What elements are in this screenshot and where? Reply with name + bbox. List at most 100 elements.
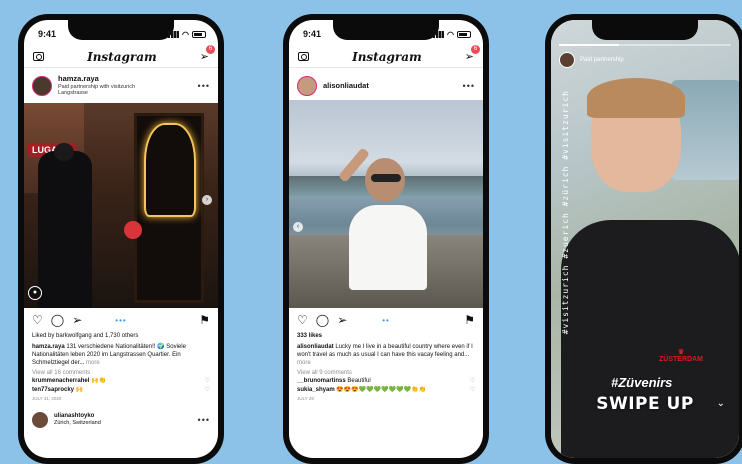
person	[38, 151, 92, 308]
caption-more[interactable]: more	[297, 360, 311, 366]
next-post-header: ulianashtoyko Zürich, Switzerland •••	[32, 411, 210, 428]
comment-text: 🙌	[75, 386, 84, 393]
comment-user[interactable]: ten77saprocky	[32, 387, 74, 393]
shirt-brand: ♛ ZÜSTERDAM	[659, 349, 703, 363]
chevron-down-icon[interactable]: ⌄	[717, 398, 725, 409]
post-date: JULY 31, 2020	[32, 395, 62, 401]
comment-user[interactable]: sukia_shyam	[297, 387, 335, 393]
sunglasses	[371, 174, 401, 182]
like-icon[interactable]: ♡	[32, 313, 43, 327]
shirt-brand-text: ZÜSTERDAM	[659, 356, 703, 363]
instagram-header: Instagram ➢ 6	[24, 45, 218, 68]
bookmark-icon[interactable]: ⚑	[199, 313, 210, 327]
person-shirt	[561, 220, 739, 458]
post-username[interactable]: alisonliaudat	[323, 81, 463, 91]
post-photo[interactable]: ‹	[289, 100, 483, 308]
camera-icon[interactable]	[33, 52, 44, 61]
post-location[interactable]: Langstrasse	[58, 90, 198, 96]
story-view[interactable]: Paid partnership #visitzurich #zuerich #…	[551, 20, 739, 458]
comment-like-icon[interactable]: ♡	[205, 377, 210, 385]
dm-badge: 6	[205, 45, 215, 54]
neon-figure	[144, 123, 196, 217]
post-actions: ♡ ◯ ➢ ••• ⚑	[24, 310, 218, 330]
like-icon[interactable]: ♡	[297, 313, 308, 327]
notch	[592, 20, 698, 40]
wifi-icon: ◠	[182, 29, 189, 39]
carousel-dots: •••	[115, 315, 127, 325]
bookmark-icon[interactable]: ⚑	[464, 313, 475, 327]
instagram-header: Instagram ➢ 6	[289, 45, 483, 68]
more-options-icon[interactable]: •••	[463, 81, 475, 91]
comment-text: 🙌👏	[91, 378, 106, 385]
post-actions: ♡ ◯ ➢ •• ⚑	[289, 310, 483, 330]
person-head	[54, 143, 74, 161]
liked-by[interactable]: Liked by barkwolfgang and 1,730 others	[32, 332, 210, 340]
status-time: 9:41	[38, 29, 57, 39]
phone-3: Paid partnership #visitzurich #zuerich #…	[545, 14, 742, 464]
comment-like-icon[interactable]: ♡	[205, 386, 210, 394]
share-icon[interactable]: ➢	[72, 313, 82, 327]
wifi-icon: ◠	[447, 29, 454, 39]
post-caption: 333 likes alisonliaudat Lucky me I live …	[297, 332, 475, 402]
app-title: Instagram	[87, 49, 157, 64]
status-time: 9:41	[303, 29, 322, 39]
app-title: Instagram	[352, 49, 422, 64]
comment-text: Beautiful	[347, 378, 371, 385]
comment-like-icon[interactable]: ♡	[470, 377, 475, 385]
view-comments[interactable]: View all 16 comments	[32, 369, 210, 377]
signal-icon	[168, 30, 180, 38]
tag-icon[interactable]: ●	[28, 286, 42, 300]
comment-user[interactable]: __brunomartinss	[297, 378, 346, 384]
post-caption: Liked by barkwolfgang and 1,730 others h…	[32, 332, 210, 428]
phone-1-screen: 9:41 ◠ Instagram ➢ 6 hamza.raya Paid part…	[24, 20, 218, 458]
prev-arrow-icon[interactable]: ‹	[293, 222, 303, 232]
caption-user[interactable]: hamza.raya	[32, 344, 65, 350]
comment-user[interactable]: krummenacherrahel	[32, 378, 89, 384]
phone-3-screen: Paid partnership #visitzurich #zuerich #…	[551, 20, 739, 458]
battery-icon	[192, 30, 206, 38]
phone-1: 9:41 ◠ Instagram ➢ 6 hamza.raya Paid part…	[18, 14, 224, 464]
neon-light	[124, 221, 142, 239]
story-partnership[interactable]: Paid partnership	[580, 57, 624, 64]
camera-icon[interactable]	[298, 52, 309, 61]
caption-more[interactable]: more	[86, 360, 100, 366]
status-bar: 9:41 ◠	[38, 29, 206, 39]
battery-icon	[457, 30, 471, 38]
story-header: Paid partnership	[559, 52, 731, 68]
avatar[interactable]	[297, 76, 317, 96]
next-post-location[interactable]: Zürich, Switzerland	[54, 420, 101, 427]
person-shirt	[349, 205, 427, 290]
comment-icon[interactable]: ◯	[51, 313, 64, 327]
share-icon[interactable]: ➢	[337, 313, 347, 327]
post-date: JULY 29	[297, 395, 314, 401]
carousel-dots: ••	[382, 315, 390, 325]
comment-text: 😍😍😍💚💚💚💚💚💚💚👏👏	[336, 386, 427, 393]
comment-like-icon[interactable]: ♡	[470, 386, 475, 394]
dm-badge: 6	[470, 45, 480, 54]
swipe-up-label[interactable]: SWIPE UP	[596, 394, 694, 414]
person-hair	[587, 78, 685, 118]
story-progress-bar	[559, 44, 731, 46]
more-options-icon[interactable]: •••	[198, 81, 210, 91]
caption-user[interactable]: alisonliaudat	[297, 344, 334, 350]
avatar[interactable]	[559, 52, 575, 68]
post-username[interactable]: hamza.raya	[58, 75, 198, 84]
view-comments[interactable]: View all 9 comments	[297, 369, 475, 377]
story-hashtag[interactable]: #Züvenirs	[611, 375, 672, 390]
avatar[interactable]	[32, 76, 52, 96]
next-arrow-icon[interactable]: ›	[202, 195, 212, 205]
likes-count[interactable]: 333 likes	[297, 332, 475, 340]
post-photo[interactable]: LUGANO ● ›	[24, 103, 218, 308]
comment-icon[interactable]: ◯	[316, 313, 329, 327]
direct-message-icon[interactable]: ➢ 6	[200, 45, 215, 63]
more-options-icon[interactable]: •••	[198, 414, 210, 426]
phone-2-screen: 9:41 ◠ Instagram ➢ 6 alisonliaudat ••• ‹ …	[289, 20, 483, 458]
signal-icon	[433, 30, 445, 38]
post-header: hamza.raya Paid partnership with visitzu…	[24, 70, 218, 102]
post-header: alisonliaudat •••	[289, 70, 483, 102]
avatar[interactable]	[32, 411, 48, 428]
next-post-username[interactable]: ulianashtoyko	[54, 413, 101, 420]
status-bar: 9:41 ◠	[303, 29, 471, 39]
direct-message-icon[interactable]: ➢ 6	[465, 45, 480, 63]
vertical-hashtags: #visitzurich #zuerich #zürich #visitzuri…	[561, 90, 570, 335]
